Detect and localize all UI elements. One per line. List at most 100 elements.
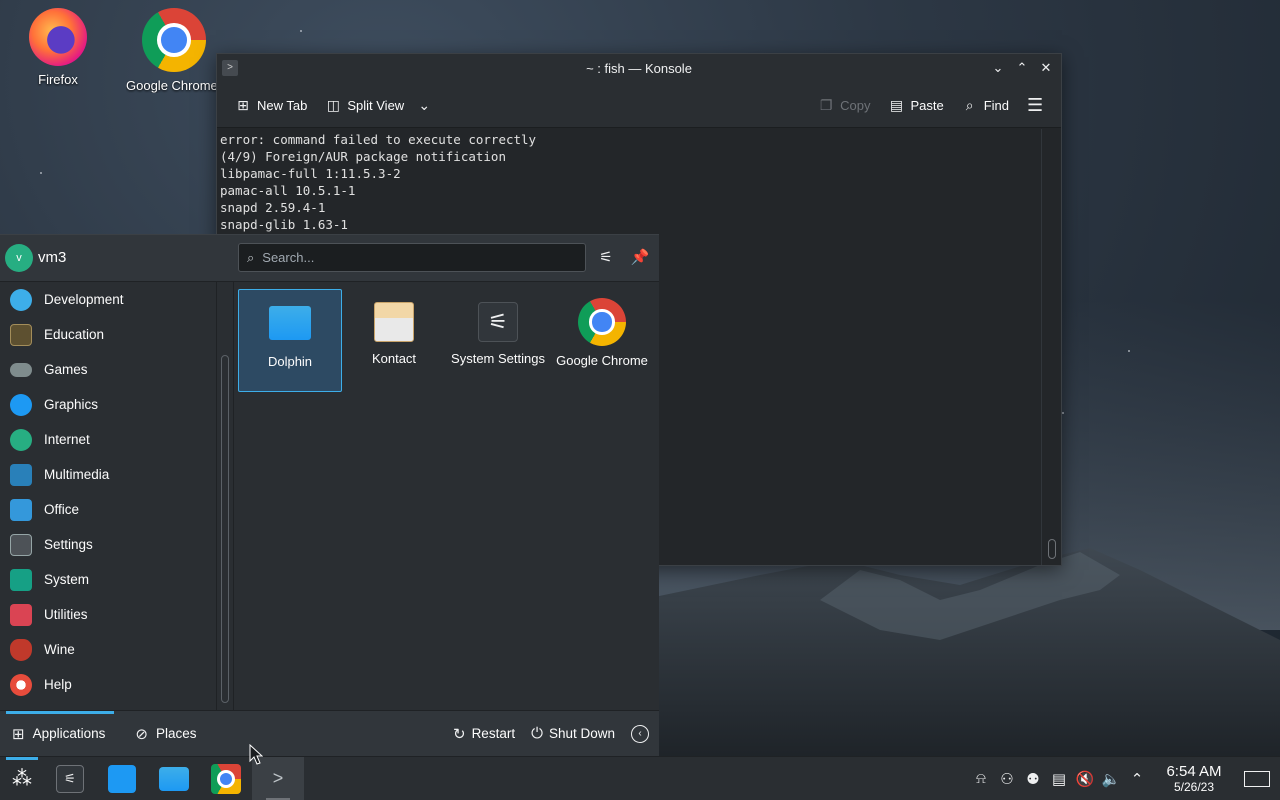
chevron-up-icon[interactable]: ⌃: [1124, 770, 1150, 788]
power-icon: ⏻: [531, 725, 543, 742]
category-label: Utilities: [44, 607, 88, 622]
minimize-button[interactable]: ⌄: [989, 59, 1007, 77]
category-games[interactable]: Games: [0, 352, 216, 387]
hamburger-menu-icon: ☰: [1027, 95, 1044, 115]
category-settings[interactable]: Settings: [0, 527, 216, 562]
chevron-down-icon[interactable]: ⌄: [416, 97, 432, 113]
search-icon: ⌕: [247, 249, 255, 265]
tab-label: Places: [155, 726, 197, 741]
konsole-toolbar: ⊞ New Tab ◫ Split View ⌄ ❐ Copy ▤ Paste …: [217, 83, 1061, 128]
firefox-icon: [29, 8, 87, 66]
category-label: Office: [44, 502, 80, 517]
chrome-icon: [211, 763, 241, 794]
restart-icon: ↻: [452, 725, 466, 743]
find-button[interactable]: ⌕ Find: [956, 93, 1015, 117]
terminal-line: (4/9) Foreign/AUR package notification: [220, 149, 506, 164]
category-system[interactable]: System: [0, 562, 216, 597]
search-input[interactable]: [262, 250, 563, 265]
new-tab-button[interactable]: ⊞ New Tab: [229, 93, 313, 117]
category-list: Development Education Games Graphics Int…: [0, 282, 217, 710]
graphics-icon: [10, 393, 32, 416]
app-tile-google-chrome[interactable]: Google Chrome: [550, 289, 654, 392]
split-view-button[interactable]: ◫ Split View ⌄: [319, 93, 438, 117]
more-options-button[interactable]: ‹: [631, 724, 649, 743]
configure-icon[interactable]: ⚟: [595, 247, 617, 269]
category-education[interactable]: Education: [0, 317, 216, 352]
category-graphics[interactable]: Graphics: [0, 387, 216, 422]
restart-label: Restart: [471, 726, 516, 741]
system-settings-icon: ⚟: [56, 764, 84, 793]
taskbar-chrome[interactable]: [200, 757, 252, 800]
wine-glass-icon: [10, 638, 32, 661]
system-settings-icon: ⚟: [478, 302, 518, 342]
desktop-icon-chrome[interactable]: Google Chrome: [124, 8, 224, 93]
clock-time: 6:54 AM: [1166, 763, 1222, 780]
clipboard-icon[interactable]: ▤: [1046, 770, 1072, 788]
app-tile-dolphin[interactable]: Dolphin: [238, 289, 342, 392]
konsole-titlebar[interactable]: > ~ : fish — Konsole ⌄ ⌃ ✕: [217, 54, 1061, 83]
taskbar-dolphin[interactable]: [148, 757, 200, 800]
category-office[interactable]: Office: [0, 492, 216, 527]
category-wine[interactable]: Wine: [0, 632, 216, 667]
pin-icon[interactable]: 📌: [629, 247, 651, 269]
category-label: Graphics: [44, 397, 99, 412]
app-label: Dolphin: [267, 354, 313, 369]
tab-applications[interactable]: ⊞ Applications: [0, 710, 115, 757]
star: [40, 172, 42, 174]
category-label: Help: [44, 677, 72, 692]
app-label: Google Chrome: [556, 353, 648, 368]
desktop-icon-label: Google Chrome: [126, 78, 216, 93]
digital-clock[interactable]: 6:54 AM 5/26/23: [1150, 763, 1238, 794]
hamburger-menu-button[interactable]: ☰: [1021, 93, 1049, 117]
desktop-icon-firefox[interactable]: Firefox: [8, 8, 108, 87]
scrollbar-thumb[interactable]: [221, 355, 229, 703]
copy-label: Copy: [840, 97, 871, 113]
taskbar-system-settings[interactable]: ⚟: [44, 757, 96, 800]
category-utilities[interactable]: Utilities: [0, 597, 216, 632]
volume-muted-icon[interactable]: 🔇: [1072, 770, 1098, 788]
terminal-scrollbar[interactable]: [1041, 129, 1061, 565]
shutdown-label: Shut Down: [548, 726, 615, 741]
avatar[interactable]: v: [5, 244, 33, 272]
tab-places[interactable]: ⊘ Places: [113, 711, 204, 757]
window-title: ~ : fish — Konsole: [586, 61, 692, 76]
terminal-line: error: command failed to execute correct…: [220, 132, 537, 147]
launcher-header: v vm3 ⌕ ⚟ 📌: [0, 235, 659, 282]
user-icon[interactable]: ⚇: [994, 770, 1020, 788]
office-icon: [10, 498, 32, 521]
system-icon: [10, 568, 32, 591]
copy-button[interactable]: ❐ Copy: [812, 93, 876, 117]
category-development[interactable]: Development: [0, 282, 216, 317]
category-help[interactable]: Help: [0, 667, 216, 702]
star: [1062, 412, 1064, 414]
chrome-icon: [578, 298, 626, 346]
category-label: Settings: [44, 537, 93, 552]
app-tile-kontact[interactable]: Kontact: [342, 289, 446, 392]
education-icon: [10, 323, 32, 346]
scrollbar-thumb[interactable]: [1048, 539, 1056, 559]
notifications-icon[interactable]: ⍾: [968, 770, 994, 787]
terminal-line: libpamac-full 1:11.5.3-2: [220, 166, 401, 181]
category-internet[interactable]: Internet: [0, 422, 216, 457]
search-box[interactable]: ⌕: [238, 243, 586, 272]
star: [300, 30, 302, 32]
close-button[interactable]: ✕: [1037, 59, 1055, 77]
terminal-app-icon[interactable]: >: [222, 60, 238, 76]
restart-button[interactable]: ↻ Restart: [447, 725, 521, 743]
category-scrollbar[interactable]: [218, 282, 234, 710]
paste-button[interactable]: ▤ Paste: [882, 93, 949, 117]
app-tile-system-settings[interactable]: ⚟ System Settings: [446, 289, 550, 392]
app-launcher-button[interactable]: ⁂: [0, 756, 44, 800]
show-desktop-button[interactable]: [1244, 770, 1270, 787]
category-multimedia[interactable]: Multimedia: [0, 457, 216, 492]
network-icon[interactable]: 🔈: [1098, 770, 1124, 788]
maximize-button[interactable]: ⌃: [1013, 59, 1031, 77]
star: [1128, 350, 1130, 352]
category-label: Education: [44, 327, 105, 342]
taskbar-discover[interactable]: [96, 757, 148, 800]
paste-label: Paste: [910, 97, 944, 113]
shutdown-button[interactable]: ⏻ Shut Down: [525, 725, 621, 742]
users-icon[interactable]: ⚉: [1020, 770, 1046, 788]
tab-label: Applications: [32, 726, 106, 741]
category-label: Wine: [44, 642, 75, 657]
